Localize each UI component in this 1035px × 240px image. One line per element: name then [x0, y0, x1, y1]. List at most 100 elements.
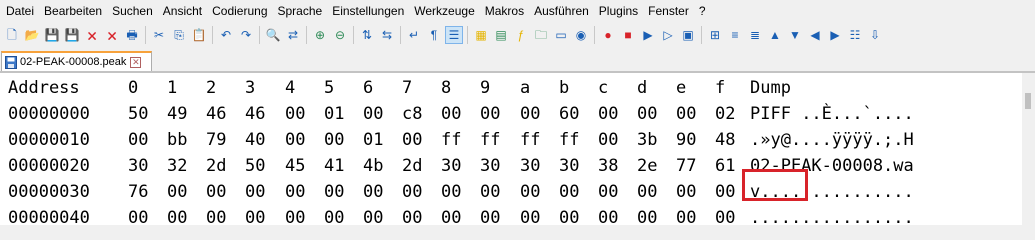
hex-byte[interactable]: 00: [324, 179, 344, 205]
hex-byte[interactable]: ff: [520, 127, 540, 153]
menu-makros[interactable]: Makros: [479, 4, 528, 18]
hex-byte[interactable]: 00: [402, 205, 422, 225]
hex-right-icon[interactable]: ▶: [827, 27, 843, 43]
hex-byte[interactable]: 30: [128, 153, 148, 179]
hex-byte[interactable]: 4b: [363, 153, 383, 179]
save-icon[interactable]: 💾: [44, 27, 60, 43]
hex-byte[interactable]: 00: [520, 101, 540, 127]
hex-byte[interactable]: 00: [559, 205, 579, 225]
hex-byte[interactable]: 49: [167, 101, 187, 127]
menu-ansicht[interactable]: Ansicht: [157, 4, 206, 18]
hex-byte[interactable]: 00: [480, 101, 500, 127]
hex-byte[interactable]: 00: [676, 179, 696, 205]
hex-byte[interactable]: 00: [480, 205, 500, 225]
hex-byte[interactable]: 00: [637, 179, 657, 205]
hex-byte[interactable]: 00: [402, 127, 422, 153]
hex-byte[interactable]: 00: [324, 205, 344, 225]
hex-byte[interactable]: 00: [441, 205, 461, 225]
find-icon[interactable]: 🔍: [265, 27, 281, 43]
hex-byte[interactable]: 2e: [637, 153, 657, 179]
hex-byte[interactable]: 38: [598, 153, 618, 179]
hex-byte[interactable]: 00: [363, 101, 383, 127]
hex-insert-icon[interactable]: ⊞: [707, 27, 723, 43]
hex-byte[interactable]: 00: [363, 179, 383, 205]
close-icon[interactable]: 🗙: [84, 27, 100, 43]
hex-byte[interactable]: 00: [676, 101, 696, 127]
hex-byte[interactable]: bb: [167, 127, 187, 153]
hex-row[interactable]: 00000020 30 32 2d 50 45 41 4b 2d 30 30 30 30 38 2e 77 61…: [0, 153, 1022, 179]
function-list-icon[interactable]: ƒ: [513, 27, 529, 43]
hex-byte[interactable]: 00: [637, 205, 657, 225]
paste-icon[interactable]: 📋: [191, 27, 207, 43]
hex-byte[interactable]: 61: [715, 153, 735, 179]
hex-byte[interactable]: 00: [363, 205, 383, 225]
hex-byte[interactable]: 3b: [637, 127, 657, 153]
menu-suchen[interactable]: Suchen: [106, 4, 157, 18]
hex-byte[interactable]: 00: [245, 205, 265, 225]
undo-icon[interactable]: ↶: [218, 27, 234, 43]
hex-byte[interactable]: 00: [598, 127, 618, 153]
hex-up-icon[interactable]: ▲: [767, 27, 783, 43]
hex-byte[interactable]: 00: [480, 179, 500, 205]
hex-byte[interactable]: 00: [637, 101, 657, 127]
hex-byte[interactable]: 2d: [206, 153, 226, 179]
cut-icon[interactable]: ✂: [151, 27, 167, 43]
hex-byte[interactable]: 46: [245, 101, 265, 127]
hex-byte[interactable]: 00: [402, 179, 422, 205]
hex-byte[interactable]: 41: [324, 153, 344, 179]
hex-view-icon[interactable]: ▦: [473, 27, 489, 43]
run-macro-multiple-icon[interactable]: ▷: [660, 27, 676, 43]
hex-byte[interactable]: 60: [559, 101, 579, 127]
hex-byte[interactable]: 00: [559, 179, 579, 205]
hex-byte[interactable]: 02: [715, 101, 735, 127]
hex-columns-icon[interactable]: ≡: [727, 27, 743, 43]
hex-byte[interactable]: 00: [285, 127, 305, 153]
save-macro-icon[interactable]: ▣: [680, 27, 696, 43]
hex-byte[interactable]: 79: [206, 127, 226, 153]
hex-export-icon[interactable]: ⇩: [867, 27, 883, 43]
hex-byte[interactable]: 00: [598, 101, 618, 127]
hex-row[interactable]: 00000010 00 bb 79 40 00 00 01 00 ff ff ff ff 00 3b 90 48…: [0, 127, 1022, 153]
hex-byte[interactable]: 01: [363, 127, 383, 153]
copy-icon[interactable]: ⎘: [171, 27, 187, 43]
replace-icon[interactable]: ⇄: [285, 27, 301, 43]
hex-byte[interactable]: 00: [285, 179, 305, 205]
menu-bearbeiten[interactable]: Bearbeiten: [38, 4, 106, 18]
indent-guide-icon[interactable]: ☰: [445, 26, 463, 44]
hex-options-icon[interactable]: ☷: [847, 27, 863, 43]
row-dump[interactable]: PIFF ..È...`....: [750, 101, 914, 127]
menu-datei[interactable]: Datei: [0, 4, 38, 18]
vertical-scrollbar[interactable]: [1022, 73, 1035, 225]
hex-editor[interactable]: Address Dump 0123456789abcdef 00000000 50…: [0, 73, 1022, 225]
hex-byte[interactable]: 00: [206, 179, 226, 205]
menu-codierung[interactable]: Codierung: [206, 4, 271, 18]
file-tab[interactable]: 02-PEAK-00008.peak ✕: [1, 51, 152, 71]
hex-row[interactable]: 00000040 00 00 00 00 00 00 00 00 00 00 00 00 00 00 00 00…: [0, 205, 1022, 225]
hex-byte[interactable]: 00: [715, 205, 735, 225]
redo-icon[interactable]: ↷: [238, 27, 254, 43]
hex-byte[interactable]: 46: [206, 101, 226, 127]
hex-byte[interactable]: 48: [715, 127, 735, 153]
monitoring-icon[interactable]: ◉: [573, 27, 589, 43]
hex-byte[interactable]: 00: [598, 205, 618, 225]
hex-byte[interactable]: 00: [676, 205, 696, 225]
hex-byte[interactable]: 00: [245, 179, 265, 205]
stop-record-icon[interactable]: ■: [620, 27, 636, 43]
show-all-chars-icon[interactable]: ¶: [426, 27, 442, 43]
hex-byte[interactable]: 00: [206, 205, 226, 225]
hex-byte[interactable]: 32: [167, 153, 187, 179]
record-macro-icon[interactable]: ●: [600, 27, 616, 43]
menu-plugins[interactable]: Plugins: [593, 4, 642, 18]
doc-switcher-icon[interactable]: ▭: [553, 27, 569, 43]
menu-help[interactable]: ?: [693, 4, 710, 18]
hex-byte[interactable]: ff: [559, 127, 579, 153]
hex-byte[interactable]: 00: [441, 101, 461, 127]
print-icon[interactable]: 🖶: [124, 27, 140, 43]
hex-byte[interactable]: 00: [285, 205, 305, 225]
menu-ausführen[interactable]: Ausführen: [528, 4, 593, 18]
hex-byte[interactable]: 90: [676, 127, 696, 153]
menu-einstellungen[interactable]: Einstellungen: [326, 4, 408, 18]
new-file-icon[interactable]: 🗋: [4, 27, 20, 43]
play-macro-icon[interactable]: ▶: [640, 27, 656, 43]
sync-vertical-icon[interactable]: ⇅: [359, 27, 375, 43]
